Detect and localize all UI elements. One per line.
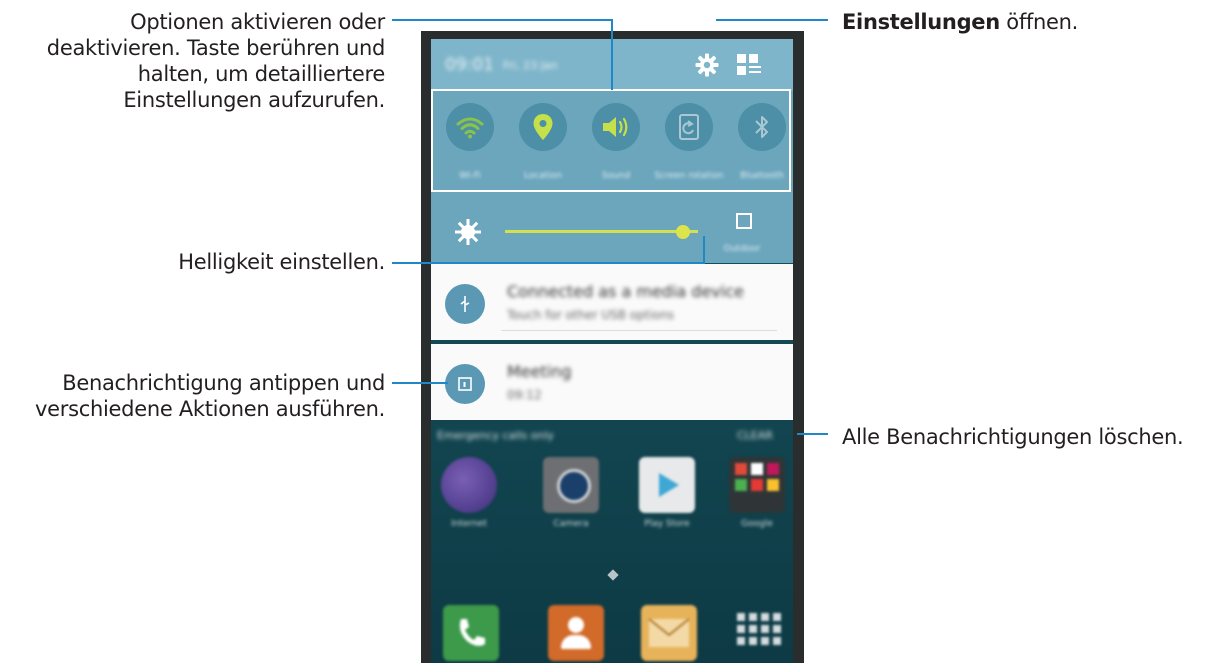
apps-grid-icon[interactable] bbox=[731, 605, 787, 661]
callout-line: Alle Benachrichtigungen löschen. bbox=[842, 425, 1184, 449]
notification-subtitle: Touch for other USB options bbox=[507, 308, 674, 322]
calendar-icon bbox=[445, 364, 485, 404]
notification-subtitle: 09:12 bbox=[507, 388, 542, 402]
sound-toggle[interactable] bbox=[592, 103, 640, 151]
leader-line bbox=[703, 236, 705, 264]
messages-app-icon[interactable] bbox=[641, 605, 697, 661]
app-label: Camera bbox=[553, 519, 589, 529]
location-icon bbox=[533, 114, 553, 140]
auto-brightness-label: Outdoor bbox=[723, 244, 761, 254]
wifi-toggle[interactable] bbox=[446, 103, 494, 151]
leader-line bbox=[392, 382, 448, 384]
auto-brightness-checkbox[interactable] bbox=[736, 213, 752, 229]
callout-line: Helligkeit einstellen. bbox=[178, 250, 385, 274]
quick-settings-callout: Optionen aktivieren oder deaktivieren. T… bbox=[0, 9, 386, 113]
gear-icon[interactable] bbox=[695, 53, 719, 81]
brightness-slider-thumb[interactable] bbox=[675, 225, 690, 239]
status-date: Fri, 23 Jan bbox=[503, 59, 558, 72]
location-toggle[interactable] bbox=[519, 103, 567, 151]
leader-line bbox=[611, 19, 613, 90]
notification-title: Connected as a media device bbox=[507, 282, 744, 301]
clear-all-callout: Alle Benachrichtigungen löschen. bbox=[842, 424, 1184, 450]
phone-screen: 09:01 Fri, 23 Jan Wi-Fi Location Sound S… bbox=[431, 39, 793, 663]
settings-callout-bold: Einstellungen bbox=[842, 10, 1000, 34]
qs-label-bluetooth: Bluetooth bbox=[740, 171, 784, 181]
home-page-indicator-icon bbox=[607, 569, 619, 581]
brightness-slider-track[interactable] bbox=[505, 230, 698, 233]
leader-line bbox=[716, 19, 828, 21]
qs-label-rotation: Screen rotation bbox=[654, 171, 724, 181]
notification-callout: Benachrichtigung antippen und verschiede… bbox=[0, 370, 385, 422]
callout-line: deaktivieren. Taste berühren und bbox=[46, 36, 386, 60]
leader-line bbox=[797, 433, 828, 435]
google-folder-icon[interactable] bbox=[729, 457, 785, 513]
callout-line: Optionen aktivieren oder bbox=[130, 10, 385, 34]
clear-button[interactable]: CLEAR bbox=[737, 429, 773, 442]
contacts-app-icon[interactable] bbox=[548, 605, 604, 661]
app-label: Internet bbox=[451, 519, 487, 529]
status-time: 09:01 bbox=[445, 55, 494, 75]
qs-label-location: Location bbox=[523, 171, 563, 181]
usb-icon bbox=[445, 284, 485, 324]
brightness-sun-icon bbox=[455, 219, 481, 249]
callout-line: Benachrichtigung antippen und bbox=[62, 371, 385, 395]
wifi-icon bbox=[456, 117, 484, 139]
rotation-toggle[interactable] bbox=[665, 103, 713, 151]
settings-callout-rest: öffnen. bbox=[999, 10, 1079, 34]
internet-app-icon[interactable] bbox=[441, 457, 497, 513]
callout-line: verschiedene Aktionen ausführen. bbox=[35, 397, 385, 421]
callout-line: Einstellungen aufzurufen. bbox=[123, 88, 385, 112]
notification-title: Meeting bbox=[507, 362, 572, 381]
usb-notification[interactable]: Connected as a media device Touch for ot… bbox=[431, 264, 793, 340]
leader-line bbox=[392, 19, 613, 21]
sound-icon bbox=[603, 117, 628, 137]
callout-line: halten, um detailliertere bbox=[137, 62, 386, 86]
quick-settings-grid-icon[interactable] bbox=[737, 54, 763, 80]
meeting-notification[interactable]: Meeting 09:12 bbox=[431, 344, 793, 420]
leader-line bbox=[392, 262, 705, 264]
app-label: Google bbox=[741, 519, 773, 529]
qs-label-wifi: Wi-Fi bbox=[459, 171, 481, 181]
camera-app-icon[interactable] bbox=[543, 457, 599, 513]
bluetooth-icon bbox=[755, 116, 768, 138]
notification-divider bbox=[501, 330, 777, 331]
carrier-label: Emergency calls only bbox=[437, 429, 554, 442]
rotate-icon bbox=[679, 114, 699, 140]
settings-callout: Einstellungen öffnen. bbox=[842, 9, 1078, 35]
app-label: Play Store bbox=[644, 519, 690, 529]
bluetooth-toggle[interactable] bbox=[738, 103, 786, 151]
brightness-callout: Helligkeit einstellen. bbox=[0, 249, 385, 275]
phone-app-icon[interactable] bbox=[443, 605, 499, 661]
qs-label-sound: Sound bbox=[601, 171, 631, 181]
phone-frame: 09:01 Fri, 23 Jan Wi-Fi Location Sound S… bbox=[421, 31, 804, 663]
play-store-app-icon[interactable] bbox=[639, 457, 695, 513]
